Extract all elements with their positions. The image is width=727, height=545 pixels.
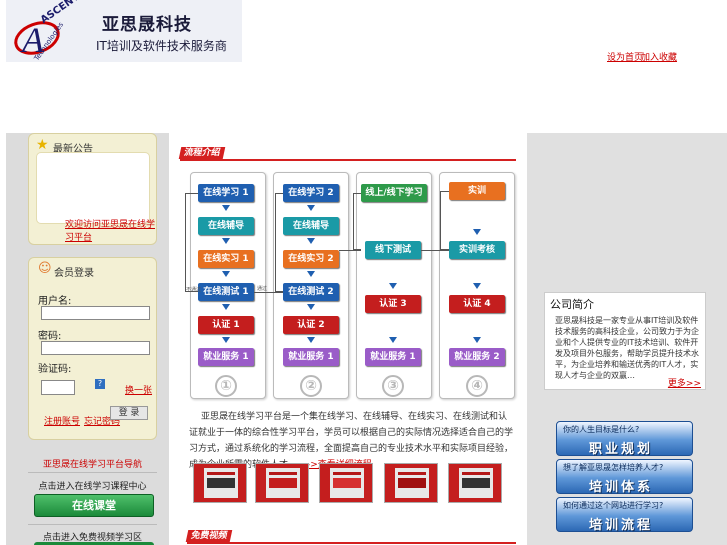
arrow-down-icon xyxy=(222,238,230,244)
platform-nav-link[interactable]: 亚思晟在线学习平台导航 xyxy=(28,457,157,470)
book-cover[interactable] xyxy=(384,463,438,503)
flow-step[interactable]: 线上/线下学习 xyxy=(361,184,427,202)
password-label: 密码: xyxy=(38,331,62,342)
banner-question: 想了解亚思晟怎样培养人才? xyxy=(563,463,664,472)
arrow-down-icon xyxy=(222,271,230,277)
banner-title: 培训流程 xyxy=(589,518,654,533)
flow-step[interactable]: 实训 xyxy=(449,182,505,200)
video-section-title: 免费视频 xyxy=(185,530,233,542)
login-button[interactable]: 登 录 xyxy=(110,406,148,420)
step-number: ③ xyxy=(382,375,404,397)
logo: A ASCENT Technologies 亚思晟科技 IT培训及软件技术服务商 xyxy=(6,0,242,62)
register-link[interactable]: 注册账号 xyxy=(44,414,80,427)
training-system-banner[interactable]: 想了解亚思晟怎样培养人才? 培训体系 xyxy=(556,459,693,495)
banner-question: 如何通过这个网站进行学习? xyxy=(563,501,664,510)
refresh-captcha-link[interactable]: 换一张 xyxy=(125,383,152,396)
help-icon[interactable]: ? xyxy=(95,379,105,389)
divider xyxy=(28,472,157,473)
loop-bracket xyxy=(185,193,198,292)
flow-step[interactable]: 认证 1 xyxy=(198,316,254,334)
brand-name: 亚思晟科技 xyxy=(102,15,192,35)
flow-step[interactable]: 就业服务 1 xyxy=(365,348,421,366)
notice-panel: ★ 最新公告 欢迎访问亚思晟在线学习平台 xyxy=(28,133,157,245)
flow-step[interactable]: 在线辅导 xyxy=(198,217,254,235)
login-panel: ☺ 会员登录 用户名: 密码: 验证码: ? 换一张 注册账号 忘记密码 登 录 xyxy=(28,257,157,440)
book-cover[interactable] xyxy=(255,463,309,503)
loop-bracket xyxy=(275,193,283,292)
flow-step[interactable]: 认证 3 xyxy=(365,295,421,313)
notice-content xyxy=(36,152,150,224)
banner-title: 培训体系 xyxy=(589,480,654,495)
flow-step[interactable]: 在线实习 1 xyxy=(198,250,254,268)
arrow-down-icon xyxy=(222,205,230,211)
book-cover[interactable] xyxy=(193,463,247,503)
user-icon: ☺ xyxy=(38,261,52,276)
arrow-down-icon xyxy=(222,304,230,310)
loop-bracket xyxy=(440,191,449,250)
connector-line xyxy=(254,292,283,293)
arrow-down-icon xyxy=(473,337,481,343)
arrow-down-icon xyxy=(307,337,315,343)
flow-section-title: 流程介绍 xyxy=(178,147,226,159)
flow-step[interactable]: 在线测试 1 xyxy=(198,283,254,301)
username-label: 用户名: xyxy=(38,296,72,307)
book-cover[interactable] xyxy=(319,463,373,503)
arrow-down-icon xyxy=(389,283,397,289)
arrow-down-icon xyxy=(473,283,481,289)
company-intro-panel: 公司简介 亚思晟科技是一家专业从事IT培训及软件技术服务的高科技企业，公司致力于… xyxy=(544,292,706,390)
flow-step[interactable]: 在线学习 1 xyxy=(198,184,254,202)
divider xyxy=(28,524,157,525)
password-input[interactable] xyxy=(41,341,150,355)
arrow-down-icon xyxy=(307,271,315,277)
flow-step[interactable]: 认证 2 xyxy=(283,316,339,334)
login-title: 会员登录 xyxy=(54,268,94,279)
step-number: ② xyxy=(300,375,322,397)
book-cover[interactable] xyxy=(448,463,502,503)
company-title: 公司简介 xyxy=(550,298,594,311)
bracket-label: 通过 xyxy=(257,286,268,292)
loop-bracket xyxy=(353,193,361,250)
training-process-banner[interactable]: 如何通过这个网站进行学习? 培训流程 xyxy=(556,497,693,533)
flow-step[interactable]: 就业服务 1 xyxy=(198,348,254,366)
arrow-down-icon xyxy=(473,229,481,235)
flow-step[interactable]: 认证 4 xyxy=(449,295,505,313)
arrow-down-icon xyxy=(307,205,315,211)
online-class-button[interactable]: 在线课堂 xyxy=(34,494,154,517)
bracket-label: 不通过 xyxy=(186,287,202,293)
captcha-label: 验证码: xyxy=(38,364,72,375)
flow-step[interactable]: 就业服务 2 xyxy=(449,348,505,366)
flow-step[interactable]: 在线辅导 xyxy=(283,217,339,235)
arrow-down-icon xyxy=(222,337,230,343)
company-more-link[interactable]: 更多>> xyxy=(668,376,701,389)
flow-step[interactable]: 实训考核 xyxy=(449,241,505,259)
brand-tagline: IT培训及软件技术服务商 xyxy=(96,39,227,53)
notice-link[interactable]: 欢迎访问亚思晟在线学习平台 xyxy=(65,217,156,243)
set-homepage-link[interactable]: 设为首页 xyxy=(607,50,643,63)
flow-step[interactable]: 在线学习 2 xyxy=(283,184,339,202)
flow-step[interactable]: 线下测试 xyxy=(365,241,421,259)
course-center-text: 点击进入在线学习课程中心 xyxy=(38,482,147,492)
arrow-down-icon xyxy=(307,238,315,244)
captcha-input[interactable] xyxy=(41,380,75,395)
connector-line xyxy=(339,250,361,251)
career-planning-banner[interactable]: 你的人生目标是什么? 职业规划 xyxy=(556,421,693,457)
banner-title: 职业规划 xyxy=(589,442,654,457)
flow-step[interactable]: 在线实习 2 xyxy=(283,250,339,268)
arrow-down-icon xyxy=(389,337,397,343)
add-favorite-link[interactable]: 加入收藏 xyxy=(641,50,677,63)
star-icon: ★ xyxy=(36,137,49,153)
connector-line xyxy=(421,250,449,251)
username-input[interactable] xyxy=(41,306,150,320)
flow-step[interactable]: 就业服务 1 xyxy=(283,348,339,366)
company-text: 亚思晟科技是一家专业从事IT培训及软件技术服务的高科技企业，公司致力于为企业和个… xyxy=(555,316,699,380)
step-number: ④ xyxy=(466,375,488,397)
flow-step[interactable]: 在线测试 2 xyxy=(283,283,339,301)
flow-section-header: 流程介绍 xyxy=(178,147,516,161)
banner-question: 你的人生目标是什么? xyxy=(563,425,640,434)
video-section-header: 免费视频 xyxy=(185,530,516,544)
step-number: ① xyxy=(215,375,237,397)
arrow-down-icon xyxy=(307,304,315,310)
